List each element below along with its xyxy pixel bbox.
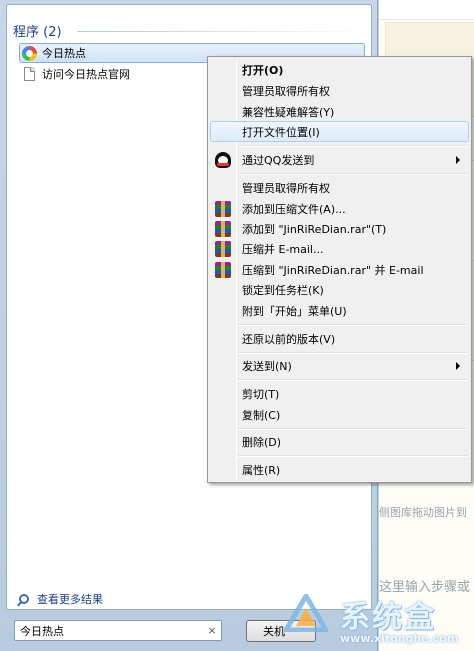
menu-item-open-file-location[interactable]: 打开文件位置(I) bbox=[210, 121, 469, 142]
submenu-arrow-icon bbox=[456, 156, 460, 164]
menu-item-take-ownership-2[interactable]: 管理员取得所有权 bbox=[210, 177, 469, 198]
menu-item-label: 添加到压缩文件(A)... bbox=[242, 202, 346, 216]
qq-icon bbox=[215, 152, 231, 168]
menu-item-add-to-archive[interactable]: 添加到压缩文件(A)... bbox=[210, 198, 469, 219]
watermark-logo-icon bbox=[284, 594, 328, 632]
menu-item-restore-previous[interactable]: 还原以前的版本(V) bbox=[210, 328, 469, 349]
menu-item-pin-taskbar[interactable]: 锁定到任务栏(K) bbox=[210, 279, 469, 300]
menu-item-compress-email[interactable]: 压缩并 E-mail... bbox=[210, 238, 469, 259]
winrar-icon bbox=[215, 221, 231, 237]
background-drag-hint: 侧图库拖动图片到 bbox=[379, 506, 467, 519]
watermark-brand: 系统盒 bbox=[340, 600, 436, 635]
menu-item-label: 发送到(N) bbox=[242, 359, 292, 373]
see-more-results-link[interactable]: 查看更多结果 bbox=[19, 591, 103, 607]
menu-separator bbox=[238, 145, 467, 147]
winrar-icon bbox=[215, 262, 231, 278]
context-menu: 打开(O) 管理员取得所有权 兼容性疑难解答(Y) 打开文件位置(I) 通过QQ… bbox=[207, 56, 472, 483]
menu-item-label: 压缩并 E-mail... bbox=[242, 242, 324, 256]
menu-item-open[interactable]: 打开(O) bbox=[210, 59, 469, 80]
menu-item-label: 添加到 "JinRiReDian.rar"(T) bbox=[242, 222, 387, 236]
menu-item-copy[interactable]: 复制(C) bbox=[210, 404, 469, 425]
menu-item-add-to-rar[interactable]: 添加到 "JinRiReDian.rar"(T) bbox=[210, 218, 469, 239]
menu-item-properties[interactable]: 属性(R) bbox=[210, 459, 469, 480]
start-search-input[interactable]: 今日热点 × bbox=[14, 620, 222, 641]
menu-separator bbox=[238, 324, 467, 326]
menu-item-label: 附到「开始」菜单(U) bbox=[242, 304, 347, 318]
menu-item-label: 还原以前的版本(V) bbox=[242, 332, 336, 346]
menu-item-label: 管理员取得所有权 bbox=[242, 84, 330, 98]
menu-separator bbox=[238, 455, 467, 457]
menu-item-compat-troubleshoot[interactable]: 兼容性疑难解答(Y) bbox=[210, 101, 469, 122]
result-item-label: 访问今日热点官网 bbox=[42, 68, 130, 81]
group-header-rule bbox=[77, 31, 367, 32]
menu-separator bbox=[238, 379, 467, 381]
menu-item-label: 压缩到 "JinRiReDian.rar" 并 E-mail bbox=[242, 263, 424, 277]
menu-item-label: 管理员取得所有权 bbox=[242, 181, 330, 195]
menu-item-pin-start[interactable]: 附到「开始」菜单(U) bbox=[210, 300, 469, 321]
jinri-app-icon bbox=[22, 45, 37, 61]
menu-separator bbox=[238, 428, 467, 430]
menu-item-take-ownership[interactable]: 管理员取得所有权 bbox=[210, 80, 469, 101]
watermark-url: www.xitonghe.com bbox=[340, 632, 459, 645]
winrar-icon bbox=[215, 201, 231, 217]
document-icon bbox=[24, 67, 35, 81]
background-toolbar bbox=[379, 0, 474, 20]
watermark-logo: 系统盒 www.xitonghe.com bbox=[278, 588, 474, 651]
submenu-arrow-icon bbox=[456, 362, 460, 370]
menu-item-send-via-qq[interactable]: 通过QQ发送到 bbox=[210, 149, 469, 170]
search-input-value: 今日热点 bbox=[20, 624, 64, 638]
menu-item-cut[interactable]: 剪切(T) bbox=[210, 383, 469, 404]
menu-item-send-to[interactable]: 发送到(N) bbox=[210, 355, 469, 376]
menu-item-delete[interactable]: 删除(D) bbox=[210, 431, 469, 452]
menu-item-label: 复制(C) bbox=[242, 408, 281, 422]
menu-separator bbox=[238, 173, 467, 175]
winrar-icon bbox=[215, 241, 231, 257]
search-icon bbox=[19, 594, 29, 604]
menu-item-label: 剪切(T) bbox=[242, 387, 280, 401]
result-item-label: 今日热点 bbox=[42, 47, 86, 60]
menu-item-label: 锁定到任务栏(K) bbox=[242, 283, 324, 297]
see-more-results-label: 查看更多结果 bbox=[37, 593, 103, 606]
menu-item-label: 通过QQ发送到 bbox=[242, 153, 315, 167]
menu-item-compress-rar-email[interactable]: 压缩到 "JinRiReDian.rar" 并 E-mail bbox=[210, 259, 469, 280]
menu-separator bbox=[238, 352, 467, 354]
programs-group-header: 程序 (2) bbox=[13, 25, 62, 40]
menu-item-label: 打开(O) bbox=[242, 63, 284, 77]
menu-item-label: 打开文件位置(I) bbox=[242, 125, 320, 139]
menu-item-label: 兼容性疑难解答(Y) bbox=[242, 105, 335, 119]
menu-item-label: 属性(R) bbox=[242, 463, 281, 477]
clear-search-icon[interactable]: × bbox=[203, 624, 221, 637]
menu-item-label: 删除(D) bbox=[242, 435, 282, 449]
